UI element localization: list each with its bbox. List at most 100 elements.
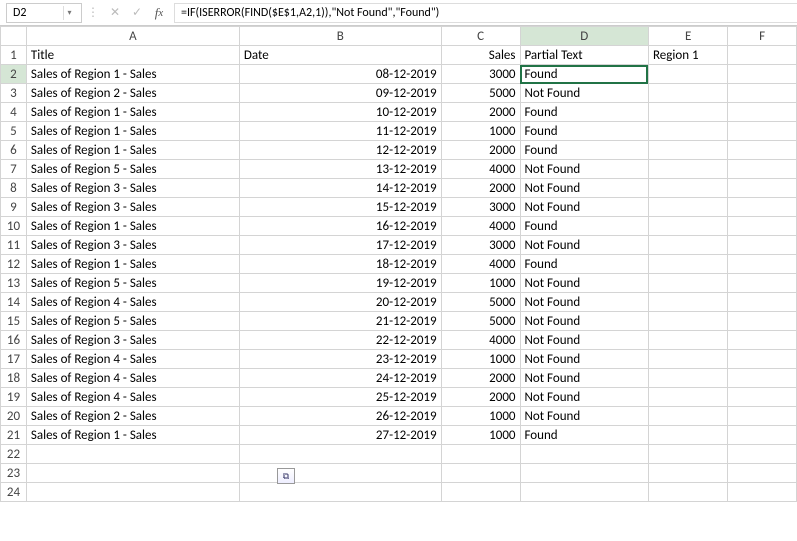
cell[interactable] xyxy=(26,464,239,483)
cell[interactable]: 3000 xyxy=(441,236,520,255)
cell[interactable] xyxy=(728,103,797,122)
cell[interactable] xyxy=(728,179,797,198)
row-head-18[interactable]: 18 xyxy=(1,369,27,388)
cell[interactable]: 13-12-2019 xyxy=(239,160,441,179)
cell[interactable]: Not Found xyxy=(520,369,648,388)
cell[interactable] xyxy=(728,483,797,502)
row-head-3[interactable]: 3 xyxy=(1,84,27,103)
cell[interactable] xyxy=(648,426,727,445)
cell[interactable]: Sales of Region 1 - Sales xyxy=(26,103,239,122)
cell[interactable]: 18-12-2019 xyxy=(239,255,441,274)
col-head-C[interactable]: C xyxy=(441,27,520,46)
row-head-22[interactable]: 22 xyxy=(1,445,27,464)
cell[interactable] xyxy=(520,464,648,483)
cell[interactable] xyxy=(728,198,797,217)
cell[interactable]: Sales of Region 5 - Sales xyxy=(26,160,239,179)
row-head-10[interactable]: 10 xyxy=(1,217,27,236)
row-head-1[interactable]: 1 xyxy=(1,46,27,65)
cell[interactable]: Sales of Region 1 - Sales xyxy=(26,122,239,141)
cell[interactable] xyxy=(728,84,797,103)
cell[interactable]: 2000 xyxy=(441,369,520,388)
cell[interactable]: Not Found xyxy=(520,160,648,179)
cell[interactable]: Not Found xyxy=(520,179,648,198)
row-head-24[interactable]: 24 xyxy=(1,483,27,502)
cell[interactable]: 23-12-2019 xyxy=(239,350,441,369)
cell[interactable]: 1000 xyxy=(441,350,520,369)
cell[interactable]: Sales of Region 3 - Sales xyxy=(26,179,239,198)
cell[interactable]: Not Found xyxy=(520,236,648,255)
cell[interactable]: 3000 xyxy=(441,65,520,84)
cancel-formula-icon[interactable]: ✕ xyxy=(104,3,126,23)
cell[interactable] xyxy=(26,445,239,464)
cell[interactable] xyxy=(728,350,797,369)
insert-function-icon[interactable]: fx xyxy=(148,3,170,23)
cell[interactable]: Not Found xyxy=(520,84,648,103)
cell[interactable]: Sales of Region 4 - Sales xyxy=(26,293,239,312)
cell[interactable]: Sales of Region 1 - Sales xyxy=(26,255,239,274)
cell[interactable]: 4000 xyxy=(441,160,520,179)
col-head-E[interactable]: E xyxy=(648,27,727,46)
cell[interactable]: Sales of Region 4 - Sales xyxy=(26,350,239,369)
cell[interactable]: Sales of Region 2 - Sales xyxy=(26,407,239,426)
cell[interactable]: 09-12-2019 xyxy=(239,84,441,103)
name-box[interactable]: D2 ▾ xyxy=(6,3,82,23)
col-head-D[interactable]: D xyxy=(520,27,648,46)
cell[interactable]: 21-12-2019 xyxy=(239,312,441,331)
cell[interactable]: Found xyxy=(520,255,648,274)
cell[interactable]: 4000 xyxy=(441,331,520,350)
cell[interactable]: Not Found xyxy=(520,293,648,312)
cell[interactable] xyxy=(728,255,797,274)
row-head-6[interactable]: 6 xyxy=(1,141,27,160)
cell[interactable] xyxy=(728,369,797,388)
cell[interactable] xyxy=(648,103,727,122)
cell[interactable] xyxy=(648,65,727,84)
cell[interactable]: Found xyxy=(520,217,648,236)
cell[interactable] xyxy=(728,331,797,350)
cell[interactable]: Title xyxy=(26,46,239,65)
cell[interactable]: 15-12-2019 xyxy=(239,198,441,217)
cell[interactable] xyxy=(648,236,727,255)
cell[interactable]: Not Found xyxy=(520,312,648,331)
cell[interactable]: 17-12-2019 xyxy=(239,236,441,255)
cell[interactable] xyxy=(648,445,727,464)
cell[interactable] xyxy=(648,312,727,331)
cell[interactable]: 1000 xyxy=(441,426,520,445)
cell[interactable] xyxy=(648,483,727,502)
cell[interactable]: Sales of Region 2 - Sales xyxy=(26,84,239,103)
cell[interactable]: Sales of Region 1 - Sales xyxy=(26,426,239,445)
row-head-11[interactable]: 11 xyxy=(1,236,27,255)
row-head-17[interactable]: 17 xyxy=(1,350,27,369)
cell[interactable]: 1000 xyxy=(441,407,520,426)
cell[interactable]: Region 1 xyxy=(648,46,727,65)
cell[interactable] xyxy=(648,198,727,217)
cell[interactable] xyxy=(239,445,441,464)
cell[interactable]: Sales of Region 3 - Sales xyxy=(26,198,239,217)
name-box-dropdown-icon[interactable]: ▾ xyxy=(63,6,75,20)
cell[interactable] xyxy=(648,407,727,426)
cell[interactable] xyxy=(441,464,520,483)
formula-input[interactable]: =IF(ISERROR(FIND($E$1,A2,1)),"Not Found"… xyxy=(174,3,797,23)
cell[interactable]: Sales of Region 3 - Sales xyxy=(26,236,239,255)
cell[interactable] xyxy=(648,388,727,407)
row-head-9[interactable]: 9 xyxy=(1,198,27,217)
cell[interactable]: Found xyxy=(520,103,648,122)
cell[interactable] xyxy=(728,46,797,65)
cell[interactable]: Sales of Region 5 - Sales xyxy=(26,274,239,293)
enter-formula-icon[interactable]: ✓ xyxy=(126,3,148,23)
cell[interactable] xyxy=(728,274,797,293)
cell[interactable]: 5000 xyxy=(441,312,520,331)
cell[interactable]: 25-12-2019 xyxy=(239,388,441,407)
row-head-5[interactable]: 5 xyxy=(1,122,27,141)
cell[interactable]: Sales of Region 4 - Sales xyxy=(26,388,239,407)
cell[interactable]: Date xyxy=(239,46,441,65)
cell[interactable]: Sales of Region 4 - Sales xyxy=(26,369,239,388)
row-head-16[interactable]: 16 xyxy=(1,331,27,350)
cell[interactable] xyxy=(239,464,441,483)
col-head-A[interactable]: A xyxy=(26,27,239,46)
cell[interactable]: 16-12-2019 xyxy=(239,217,441,236)
cell[interactable] xyxy=(728,445,797,464)
cell[interactable]: 3000 xyxy=(441,198,520,217)
cell[interactable] xyxy=(728,160,797,179)
row-head-19[interactable]: 19 xyxy=(1,388,27,407)
row-head-13[interactable]: 13 xyxy=(1,274,27,293)
